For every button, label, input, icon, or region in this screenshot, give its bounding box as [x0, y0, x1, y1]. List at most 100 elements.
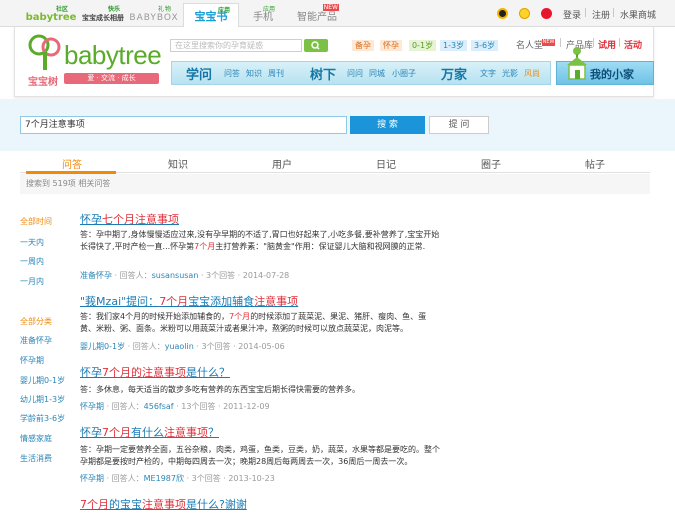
filter-time-month[interactable]: 一月内 [20, 276, 44, 287]
nav-wanjia[interactable]: 万家 [441, 64, 467, 83]
product-tab-baobaoshu[interactable]: 应用 宝宝书 [183, 3, 239, 28]
search-input[interactable]: 7个月注意事项 [20, 116, 347, 134]
stage-1-3[interactable]: 1-3岁 [440, 40, 468, 51]
register-link[interactable]: 注册 [592, 8, 610, 21]
answerer-link[interactable]: susansusan [152, 271, 199, 280]
result-title[interactable]: 怀孕7个月的注意事项是什么？ [80, 364, 230, 380]
result-snippet: 答：孕期一定要营养全面，五谷杂粮，肉类，鸡蛋，鱼类，豆类，奶，蔬菜，水果等都是要… [80, 444, 440, 468]
tab-riji[interactable]: 日记 [356, 156, 416, 171]
title-part: 有什么 [131, 426, 164, 439]
stage-0-1[interactable]: 0-1岁 [409, 40, 437, 51]
tab-wenda[interactable]: 问答 [42, 156, 102, 171]
product-label: BABYBOX [129, 13, 179, 23]
result-title[interactable]: 7个月的宝宝注意事项是什么?谢谢 [80, 496, 247, 512]
tab-tiezi[interactable]: 帖子 [565, 156, 625, 171]
ask-button[interactable]: 提 问 [429, 116, 489, 134]
result-title[interactable]: 怀孕七个月注意事项 [80, 211, 179, 227]
filter-cat-family[interactable]: 情感家庭 [20, 433, 52, 444]
tab-yonghu[interactable]: 用户 [252, 156, 312, 171]
tab-quanzi[interactable]: 圈子 [461, 156, 521, 171]
search-button[interactable]: 搜 索 [350, 116, 425, 134]
filter-time-all[interactable]: 全部时间 [20, 216, 52, 227]
header-search-button[interactable] [304, 39, 328, 52]
product-tab-album[interactable]: 快乐 宝宝成长相册 [78, 3, 128, 27]
result-meta: 婴儿期0-1岁 · 回答人：yuaolin · 3个回答 · 2014-05-0… [80, 342, 285, 351]
filter-cat-prepare[interactable]: 准备怀孕 [20, 335, 52, 346]
answer-count: 3个回答 [191, 474, 221, 483]
filter-cat-life[interactable]: 生活消费 [20, 453, 52, 464]
title-highlight: 7个月 [102, 426, 131, 439]
tab-zhishi[interactable]: 知识 [148, 156, 208, 171]
login-link[interactable]: 登录 [563, 8, 581, 21]
stage-huaiyun[interactable]: 怀孕 [380, 40, 402, 51]
filter-time-week[interactable]: 一周内 [20, 256, 44, 267]
title-part: 是什么？ [186, 366, 230, 379]
snippet-highlight: 7个月 [229, 312, 251, 321]
product-tab-smart[interactable]: NEW 智能产品 [287, 3, 347, 27]
product-tab-babybox[interactable]: 礼物 BABYBOX [128, 3, 180, 27]
product-tag: 社区 [55, 6, 68, 13]
result-category[interactable]: 婴儿期0-1岁 [80, 342, 125, 351]
nav-sub-wenzi[interactable]: 文字 [480, 68, 496, 79]
fruit-mall-link[interactable]: 水果商城 [620, 8, 656, 21]
answerer-link[interactable]: ME1987欣 [144, 474, 184, 483]
nav-sub-tongcheng[interactable]: 同城 [369, 68, 385, 79]
answerer-link[interactable]: yuaolin [165, 342, 194, 351]
result-snippet: 答：孕中期了,身体慢慢适应过来,没有孕早期的不适了,胃口也好起来了,小吃多餐,要… [80, 229, 440, 253]
nav-sub-fengshang[interactable]: 风尚 [524, 68, 540, 79]
product-tag: 礼物 [157, 6, 172, 13]
trial-link[interactable]: 试用 [598, 38, 616, 51]
title-part: 是什么?谢谢 [186, 498, 247, 511]
result-snippet: 答：多休息，每天适当的散步多吃有营养的东西宝宝后期长得快需要的营养多。 [80, 384, 440, 396]
result-title[interactable]: "莪Mzai"提问：7个月宝宝添加辅食注意事项 [80, 293, 298, 309]
search-icon [311, 41, 320, 50]
nav-sub-zhoukan[interactable]: 周刊 [268, 68, 284, 79]
my-home-label: 我的小家 [590, 68, 634, 81]
filter-cat-all[interactable]: 全部分类 [20, 316, 52, 327]
nav-sub-guangying[interactable]: 光影 [502, 68, 518, 79]
result-title[interactable]: 怀孕7个月有什么注意事项？ [80, 424, 219, 440]
nav-sub-wenwen[interactable]: 问问 [347, 68, 363, 79]
qzone-icon[interactable] [519, 8, 530, 19]
title-highlight: 7个月 [80, 498, 109, 511]
stage-beiyun[interactable]: 备孕 [352, 40, 374, 51]
title-part: 宝宝添加辅食 [188, 295, 255, 308]
title-highlight: 七个月 [102, 213, 135, 226]
snippet-text: 主打营养素："脑黄金"作用：保证婴儿大脑和视网膜的正常. [215, 242, 426, 251]
result-date: 2011-12-09 [223, 402, 270, 411]
title-highlight: 注意事项 [142, 498, 186, 511]
answer-count: 13个回答 [181, 402, 216, 411]
activity-link[interactable]: 活动 [624, 38, 642, 51]
result-category[interactable]: 怀孕期 [80, 402, 104, 411]
filter-cat-toddler[interactable]: 幼儿期1-3岁 [20, 394, 65, 405]
filter-cat-pregnant[interactable]: 怀孕期 [20, 355, 44, 366]
logo-text[interactable]: babytree [64, 40, 162, 71]
result-category[interactable]: 准备怀孕 [80, 271, 112, 280]
answerer-link[interactable]: 456fsaf [144, 402, 174, 411]
filter-time-day[interactable]: 一天内 [20, 237, 44, 248]
nav-sub-zhishi[interactable]: 知识 [246, 68, 262, 79]
filter-cat-infant[interactable]: 婴儿期0-1岁 [20, 375, 65, 386]
logo-cn: 宝宝树 [28, 77, 58, 88]
product-tab-mobile[interactable]: 应用 手机 [243, 3, 283, 27]
weibo-icon[interactable] [541, 8, 552, 19]
qq-icon[interactable] [497, 8, 508, 19]
divider: | [618, 38, 622, 48]
divider: | [592, 38, 596, 48]
product-tab-babytree[interactable]: 社区 babytree [26, 3, 77, 27]
nav-sub-xiaoquanzi[interactable]: 小圈子 [392, 68, 416, 79]
filter-cat-preschool[interactable]: 学龄前3-6岁 [20, 413, 65, 424]
result-count: 搜索到 519项 相关问答 [20, 174, 650, 194]
title-part: ？ [208, 426, 219, 439]
nav-xuewen[interactable]: 学问 [186, 64, 212, 83]
nav-shuxia[interactable]: 树下 [310, 64, 336, 83]
result-category[interactable]: 怀孕期 [80, 474, 104, 483]
header-search-input[interactable]: 在这里搜索你的孕育疑惑 [170, 39, 302, 52]
tree-logo-icon[interactable] [28, 34, 62, 72]
title-highlight: 7个月 [159, 295, 189, 308]
stage-3-6[interactable]: 3-6岁 [471, 40, 499, 51]
nav-sub-wenda[interactable]: 问答 [224, 68, 240, 79]
answer-count: 3个回答 [206, 271, 236, 280]
divider: | [584, 8, 588, 18]
hall-of-fame-link[interactable]: 名人堂 [516, 38, 543, 51]
